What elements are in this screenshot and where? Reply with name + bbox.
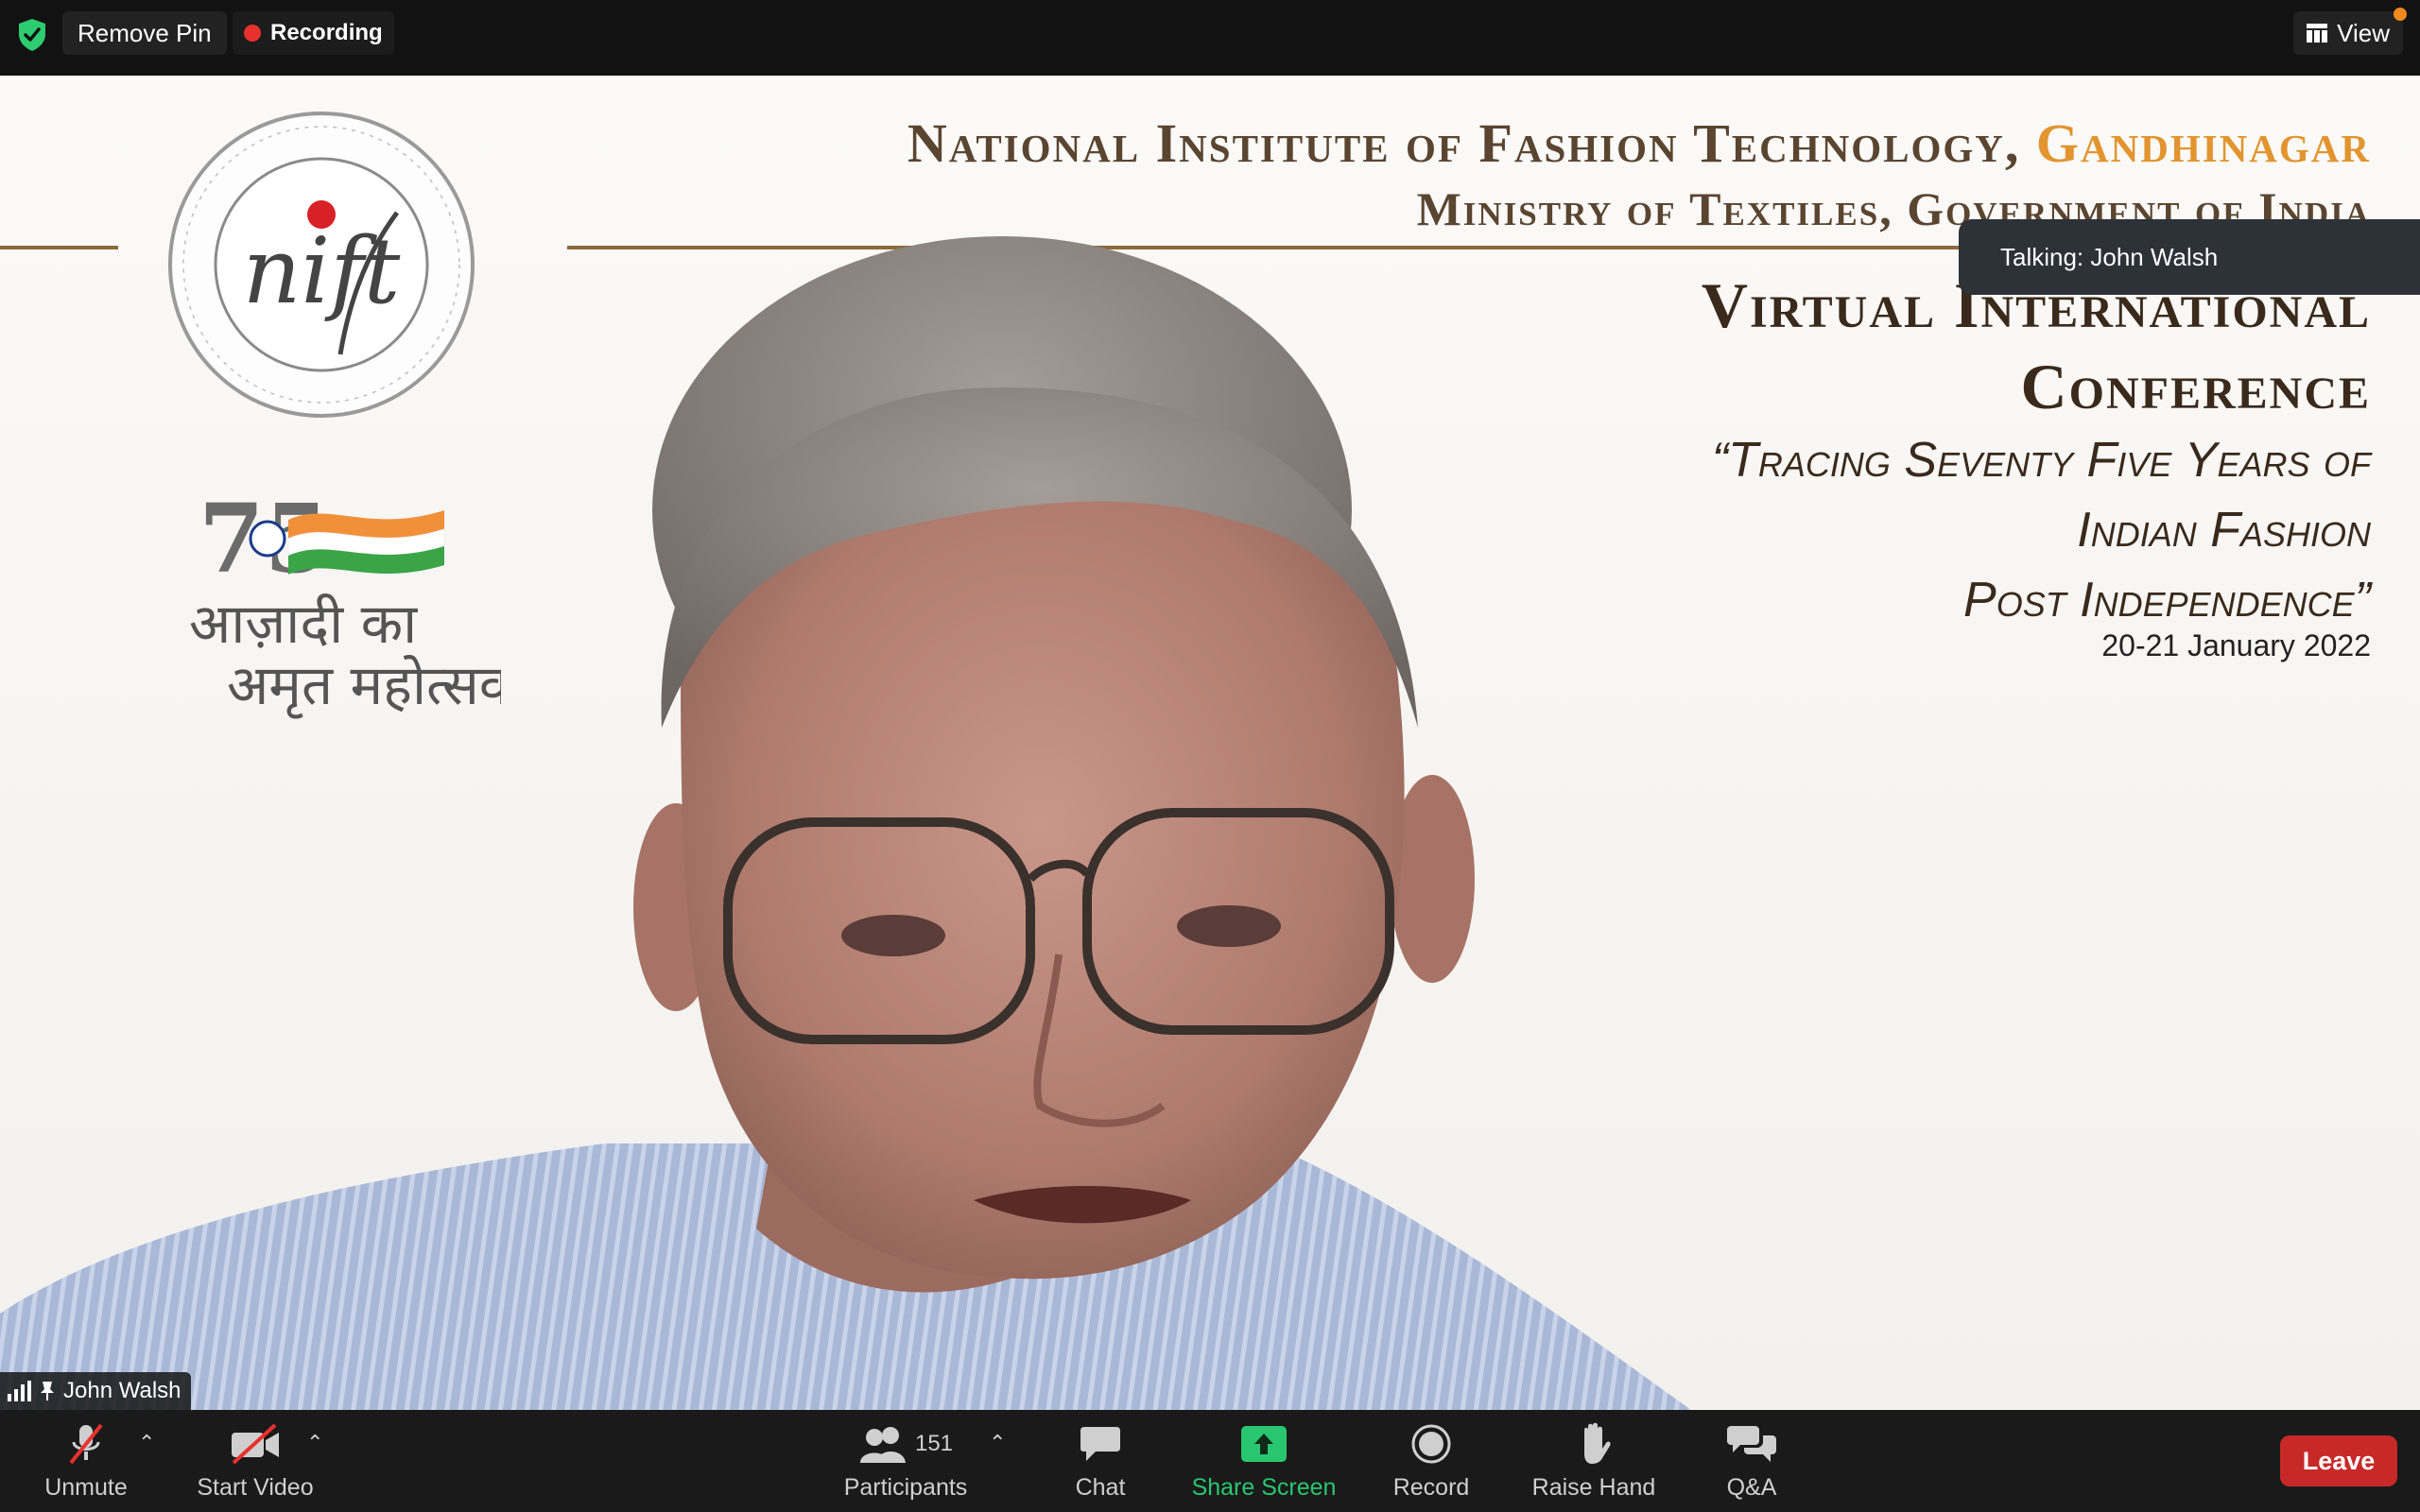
recording-dot-icon	[244, 25, 261, 42]
chat-button[interactable]: Chat	[1059, 1410, 1142, 1512]
q-and-a-icon	[1727, 1425, 1776, 1462]
security-shield-icon[interactable]	[17, 18, 47, 52]
active-speaker-video[interactable]: nift 75 आज़ादी का अमृत महोत्सव National …	[0, 76, 2420, 1410]
grid-view-icon	[2307, 24, 2328, 43]
participant-name: John Walsh	[63, 1378, 182, 1403]
participants-count: 151	[914, 1430, 954, 1456]
participants-label: Participants	[843, 1473, 968, 1501]
meeting-top-bar: Remove Pin Recording View	[0, 0, 2420, 76]
raise-hand-icon	[1584, 1422, 1611, 1464]
notification-badge	[2394, 8, 2407, 21]
unmute-button[interactable]: Unmute	[34, 1410, 138, 1512]
meeting-controls-toolbar: Unmute ⌃ Start Video ⌃ 151 Participants …	[0, 1410, 2420, 1512]
share-screen-arrow-icon	[1241, 1425, 1287, 1462]
speaker-video-feed	[0, 236, 1691, 1410]
start-video-label: Start Video	[197, 1473, 314, 1501]
slide-institute-title: National Institute of Fashion Technology…	[908, 112, 2371, 175]
qa-button[interactable]: Q&A	[1707, 1410, 1796, 1512]
chat-label: Chat	[1075, 1473, 1126, 1501]
participants-options-caret-icon[interactable]: ⌃	[989, 1431, 1006, 1455]
unmute-label: Unmute	[44, 1473, 128, 1501]
record-button[interactable]: Record	[1386, 1410, 1477, 1512]
pin-icon	[41, 1382, 54, 1400]
participants-icon	[859, 1426, 906, 1463]
share-screen-button[interactable]: Share Screen	[1187, 1410, 1340, 1512]
raise-hand-label: Raise Hand	[1531, 1473, 1656, 1501]
participants-button[interactable]: 151 Participants	[832, 1410, 979, 1512]
recording-indicator[interactable]: Recording	[233, 11, 394, 55]
remove-pin-button[interactable]: Remove Pin	[62, 11, 227, 55]
institute-name: National Institute of Fashion Technology…	[907, 112, 2036, 174]
video-camera-off-icon	[232, 1423, 279, 1464]
qa-label: Q&A	[1726, 1473, 1777, 1501]
participant-name-tag: John Walsh	[0, 1372, 191, 1410]
audio-options-caret-icon[interactable]: ⌃	[138, 1431, 155, 1455]
connection-signal-icon	[8, 1381, 31, 1401]
microphone-muted-icon	[69, 1423, 103, 1464]
view-button[interactable]: View	[2293, 8, 2407, 55]
remove-pin-label: Remove Pin	[78, 18, 212, 47]
share-screen-label: Share Screen	[1191, 1473, 1337, 1501]
view-label: View	[2337, 18, 2390, 47]
conference-date: 20-21 January 2022	[2101, 628, 2371, 662]
record-icon	[1411, 1424, 1451, 1463]
video-options-caret-icon[interactable]: ⌃	[306, 1431, 323, 1455]
leave-meeting-button[interactable]: Leave	[2280, 1435, 2397, 1486]
talking-indicator: Talking: John Walsh	[1959, 219, 2420, 295]
record-label: Record	[1392, 1473, 1470, 1501]
recording-label: Recording	[270, 20, 383, 45]
start-video-button[interactable]: Start Video	[185, 1410, 325, 1512]
institute-city: Gandhinagar	[2035, 112, 2371, 174]
raise-hand-button[interactable]: Raise Hand	[1528, 1410, 1660, 1512]
chat-bubble-icon	[1080, 1426, 1120, 1461]
